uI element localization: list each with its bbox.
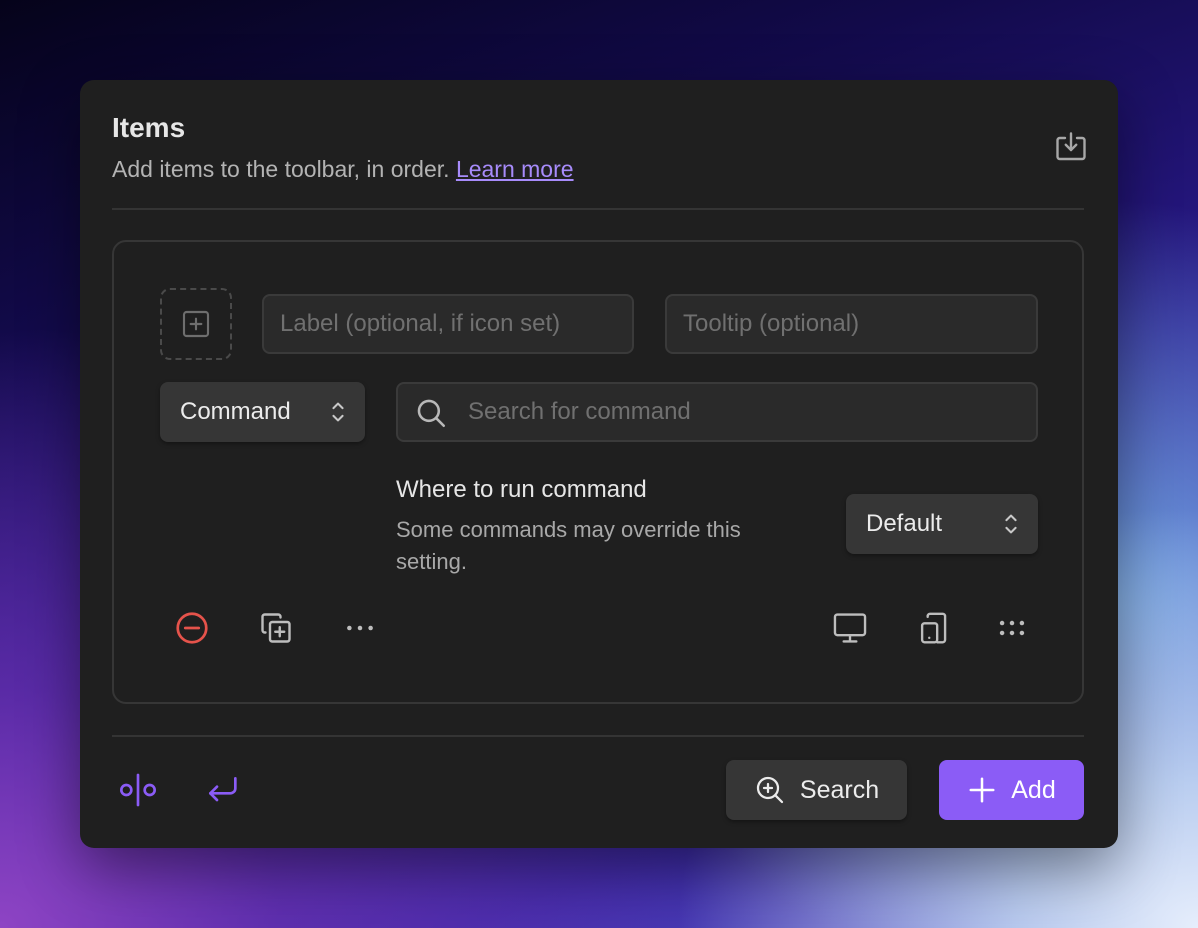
header-divider xyxy=(112,208,1084,210)
toolbar-item-card: Command Where to run command Some comman… xyxy=(112,240,1084,704)
label-input[interactable] xyxy=(262,294,634,354)
chevron-up-down-icon xyxy=(332,402,344,422)
add-button-label: Add xyxy=(1011,775,1056,804)
run-location-select[interactable]: Default xyxy=(846,494,1038,554)
download-icon xyxy=(1056,132,1086,161)
duplicate-item-button[interactable] xyxy=(254,606,298,650)
desktop-visibility-button[interactable] xyxy=(828,606,872,650)
corner-down-left-icon xyxy=(209,777,237,802)
plus-square-icon xyxy=(182,310,210,338)
chevron-up-down-icon xyxy=(1005,514,1017,534)
monitor-icon xyxy=(833,613,867,643)
minus-circle-icon xyxy=(176,612,208,644)
tablet-smartphone-icon xyxy=(920,612,947,644)
search-icon xyxy=(417,399,446,428)
learn-more-link[interactable]: Learn more xyxy=(456,156,574,182)
item-type-value: Command xyxy=(180,398,291,425)
run-setting-title: Where to run command xyxy=(396,476,647,503)
more-options-button[interactable] xyxy=(338,606,382,650)
add-break-button[interactable] xyxy=(200,768,244,812)
grip-icon xyxy=(999,620,1025,636)
zoom-in-icon xyxy=(756,776,784,804)
mobile-visibility-button[interactable] xyxy=(912,606,956,650)
export-button[interactable] xyxy=(1050,126,1092,168)
add-spacer-button[interactable] xyxy=(116,768,160,812)
search-button-label: Search xyxy=(799,775,880,804)
command-search-field[interactable] xyxy=(396,382,1038,442)
drag-handle[interactable] xyxy=(990,606,1034,650)
search-button[interactable]: Search xyxy=(726,760,907,820)
panel-subtitle: Add items to the toolbar, in order. Lear… xyxy=(112,156,574,183)
plus-icon xyxy=(969,777,995,803)
footer-divider xyxy=(112,735,1084,737)
tooltip-input[interactable] xyxy=(665,294,1038,354)
delete-item-button[interactable] xyxy=(170,606,214,650)
icon-picker-button[interactable] xyxy=(160,288,232,360)
run-location-value: Default xyxy=(866,510,943,537)
separator-icon xyxy=(120,773,156,807)
command-search-input[interactable] xyxy=(468,384,1028,440)
item-type-select[interactable]: Command xyxy=(160,382,365,442)
copy-plus-icon xyxy=(261,613,291,643)
panel-title: Items xyxy=(112,112,186,143)
subtitle-text: Add items to the toolbar, in order. xyxy=(112,156,450,182)
run-setting-description: Some commands may override this setting. xyxy=(396,517,741,574)
add-button[interactable]: Add xyxy=(939,760,1084,820)
more-horizontal-icon xyxy=(347,625,373,631)
toolbar-items-panel: Items Add items to the toolbar, in order… xyxy=(80,80,1118,848)
